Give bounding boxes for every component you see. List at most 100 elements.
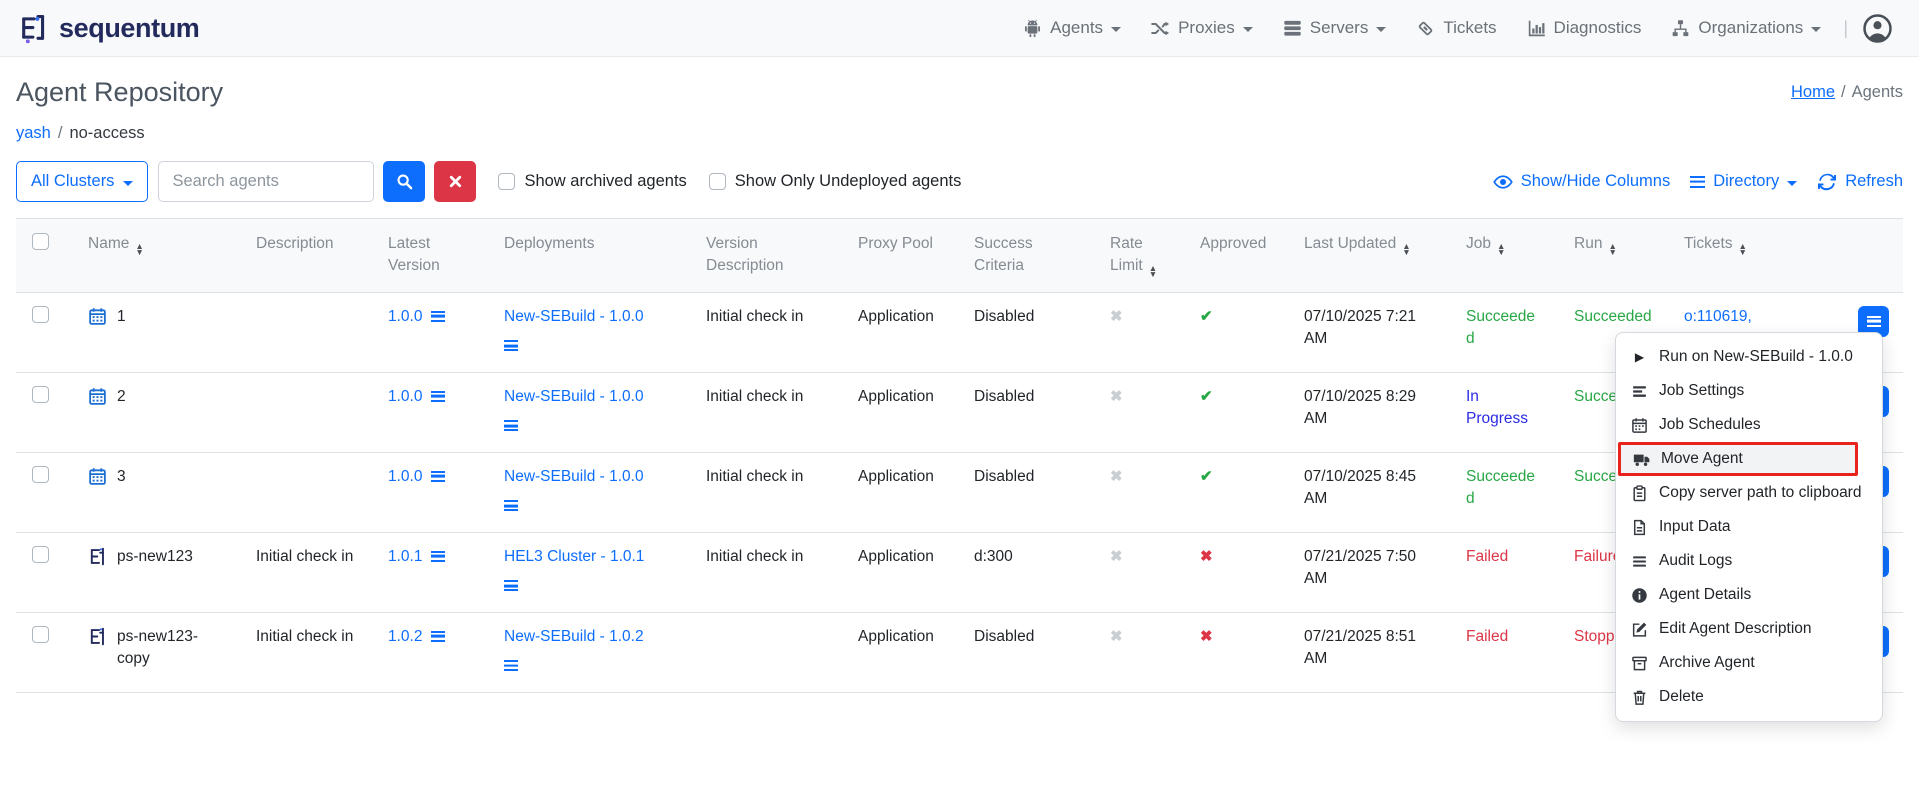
refresh-button[interactable]: Refresh (1817, 172, 1903, 192)
page-title: Agent Repository (16, 77, 223, 108)
brand-name: sequentum (59, 13, 199, 44)
approved-icon: ✔ (1200, 388, 1213, 405)
archive-icon (1631, 655, 1648, 672)
agent-description (240, 372, 372, 452)
header-success-criteria: Success Criteria (958, 219, 1094, 293)
version-menu-icon[interactable] (431, 391, 445, 402)
latest-version-link[interactable]: 1.0.0 (388, 308, 422, 325)
truck-icon (1633, 451, 1650, 468)
menu-item-audit-logs[interactable]: Audit Logs (1616, 544, 1882, 578)
menu-item-agent-details[interactable]: Agent Details (1616, 578, 1882, 612)
nav-diagnostics[interactable]: Diagnostics (1527, 18, 1642, 38)
header-run[interactable]: Run▲▼ (1558, 219, 1668, 293)
version-menu-icon[interactable] (431, 311, 445, 322)
search-input[interactable] (158, 161, 374, 202)
header-job[interactable]: Job▲▼ (1450, 219, 1558, 293)
row-checkbox[interactable] (32, 546, 49, 563)
version-menu-icon[interactable] (431, 551, 445, 562)
row-checkbox[interactable] (32, 306, 49, 323)
eye-icon (1493, 172, 1513, 192)
latest-version-link[interactable]: 1.0.0 (388, 468, 422, 485)
close-icon (447, 173, 464, 190)
latest-version-link[interactable]: 1.0.2 (388, 628, 422, 645)
deployment-link[interactable]: HEL3 Cluster - 1.0.1 (504, 548, 644, 565)
job-status: Succeeded (1466, 468, 1535, 507)
deployment-menu-icon[interactable] (504, 500, 518, 511)
header-tickets[interactable]: Tickets▲▼ (1668, 219, 1790, 293)
deployment-menu-icon[interactable] (504, 420, 518, 431)
calendar-icon (88, 307, 107, 326)
menu-item-job-settings[interactable]: Job Settings (1616, 374, 1882, 408)
proxy-pool: Application (842, 372, 958, 452)
version-menu-icon[interactable] (431, 471, 445, 482)
show-hide-columns-button[interactable]: Show/Hide Columns (1493, 172, 1670, 192)
search-button[interactable] (383, 161, 425, 202)
approved-icon: ✖ (1200, 548, 1213, 565)
menu-item-input-data[interactable]: Input Data (1616, 510, 1882, 544)
search-icon (396, 173, 413, 190)
nav-proxies[interactable]: Proxies (1151, 18, 1253, 38)
deployment-link[interactable]: New-SEBuild - 1.0.0 (504, 468, 644, 485)
folder-root-link[interactable]: yash (16, 124, 51, 142)
deployment-link[interactable]: New-SEBuild - 1.0.2 (504, 628, 644, 645)
sort-icon: ▲▼ (1497, 244, 1505, 255)
archived-checkbox-group[interactable]: Show archived agents (498, 172, 686, 191)
deployment-menu-icon[interactable] (504, 580, 518, 591)
deployment-link[interactable]: New-SEBuild - 1.0.0 (504, 308, 644, 325)
header-name[interactable]: Name▲▼ (72, 219, 240, 293)
clear-search-button[interactable] (434, 161, 476, 202)
deployment-link[interactable]: New-SEBuild - 1.0.0 (504, 388, 644, 405)
play-icon: ▶ (1631, 350, 1648, 364)
nav-organizations[interactable]: Organizations (1671, 18, 1821, 38)
cluster-filter-dropdown[interactable]: All Clusters (16, 161, 148, 202)
file-icon (1631, 519, 1648, 536)
select-all-checkbox[interactable] (32, 233, 49, 250)
refresh-icon (1817, 172, 1837, 192)
row-checkbox[interactable] (32, 386, 49, 403)
nav-tickets[interactable]: Tickets (1416, 18, 1496, 38)
menu-item-copy-server-path[interactable]: Copy server path to clipboard (1616, 476, 1882, 510)
menu-item-edit-agent-description[interactable]: Edit Agent Description (1616, 612, 1882, 646)
last-updated: 07/10/2025 8:29 AM (1288, 372, 1450, 452)
menu-item-run[interactable]: ▶ Run on New-SEBuild - 1.0.0 (1616, 340, 1882, 374)
latest-version-link[interactable]: 1.0.0 (388, 388, 422, 405)
breadcrumb-home-link[interactable]: Home (1791, 83, 1835, 101)
agent-name[interactable]: 1 (117, 306, 126, 328)
agent-icon (88, 627, 107, 646)
menu-item-job-schedules[interactable]: Job Schedules (1616, 408, 1882, 442)
sort-icon: ▲▼ (1608, 244, 1616, 255)
row-checkbox[interactable] (32, 466, 49, 483)
deployment-menu-icon[interactable] (504, 660, 518, 671)
agent-name[interactable]: ps-new123-copy (117, 626, 224, 671)
menu-item-move-agent[interactable]: Move Agent (1618, 442, 1858, 476)
header-last-updated[interactable]: Last Updated▲▼ (1288, 219, 1450, 293)
undeployed-checkbox[interactable] (709, 173, 726, 190)
shuffle-icon (1151, 19, 1170, 38)
latest-version-link[interactable]: 1.0.1 (388, 548, 422, 565)
brand-logo[interactable]: sequentum (18, 12, 199, 44)
archived-checkbox[interactable] (498, 173, 515, 190)
agent-repository-screen: sequentum Agents (0, 0, 1919, 795)
agent-name[interactable]: ps-new123 (117, 546, 193, 568)
menu-item-archive-agent[interactable]: Archive Agent (1616, 646, 1882, 680)
sort-icon: ▲▼ (1402, 244, 1410, 255)
agent-name[interactable]: 2 (117, 386, 126, 408)
directory-dropdown[interactable]: Directory (1690, 172, 1797, 191)
nav-agents[interactable]: Agents (1023, 18, 1121, 38)
header-latest-version: Latest Version (372, 219, 488, 293)
user-avatar[interactable] (1862, 13, 1893, 44)
nav-servers[interactable]: Servers (1283, 18, 1387, 38)
info-icon (1631, 587, 1648, 604)
proxy-pool: Application (842, 292, 958, 372)
header-rate-limit[interactable]: Rate Limit▲▼ (1094, 219, 1184, 293)
menu-item-delete[interactable]: Delete (1616, 680, 1882, 714)
version-menu-icon[interactable] (431, 631, 445, 642)
approved-icon: ✔ (1200, 308, 1213, 325)
undeployed-checkbox-group[interactable]: Show Only Undeployed agents (709, 172, 962, 191)
rate-limit-none-icon: ✖ (1110, 468, 1123, 485)
approved-icon: ✖ (1200, 628, 1213, 645)
robot-icon (1023, 19, 1042, 38)
deployment-menu-icon[interactable] (504, 340, 518, 351)
agent-name[interactable]: 3 (117, 466, 126, 488)
row-checkbox[interactable] (32, 626, 49, 643)
